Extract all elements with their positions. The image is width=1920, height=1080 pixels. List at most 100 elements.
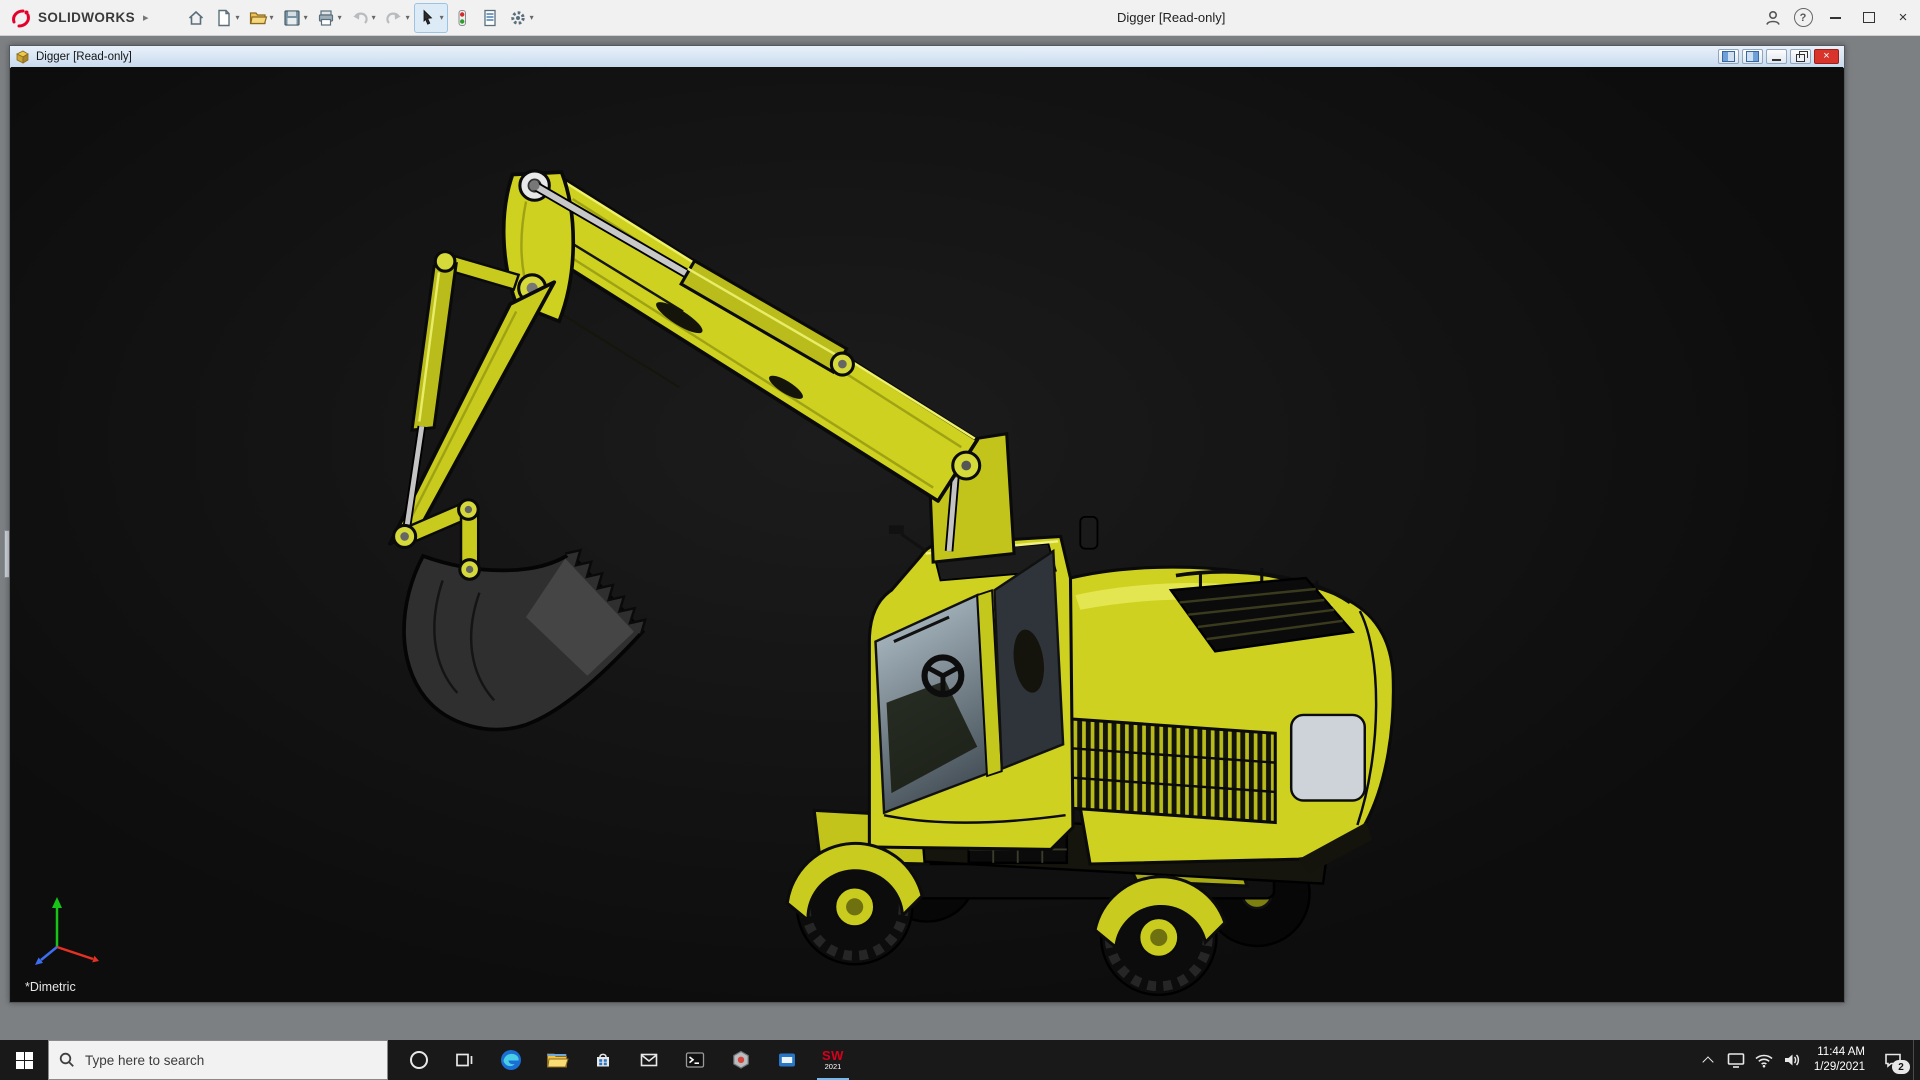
- rebuild-button[interactable]: [449, 4, 475, 32]
- store-icon: [592, 1049, 614, 1071]
- bucket-group[interactable]: [404, 550, 645, 729]
- store-button[interactable]: [580, 1040, 626, 1080]
- maximize-button[interactable]: [1852, 0, 1886, 35]
- search-icon: [59, 1052, 75, 1068]
- clock-time: 11:44 AM: [1817, 1045, 1865, 1060]
- print-icon: [316, 8, 336, 28]
- help-icon: ?: [1794, 8, 1813, 27]
- options-button[interactable]: ▾: [505, 4, 537, 32]
- terminal-button[interactable]: [672, 1040, 718, 1080]
- volume-button[interactable]: [1778, 1040, 1806, 1080]
- action-center-button[interactable]: 2: [1873, 1040, 1913, 1080]
- terminal-icon: [684, 1049, 706, 1071]
- windows-logo-icon: [16, 1052, 33, 1069]
- document-restore-button[interactable]: [1790, 49, 1811, 64]
- edrawings-button[interactable]: [718, 1040, 764, 1080]
- system-tray: 11:44 AM 1/29/2021 2: [1694, 1040, 1920, 1080]
- boom-group[interactable]: [504, 171, 1014, 562]
- dropdown-caret-icon[interactable]: ▾: [270, 13, 274, 22]
- gear-icon: [508, 8, 528, 28]
- pane-single-icon: [1722, 51, 1735, 62]
- redo-button[interactable]: ▾: [381, 4, 413, 32]
- taskbar-clock[interactable]: 11:44 AM 1/29/2021: [1806, 1040, 1873, 1080]
- select-tool-button[interactable]: ▾: [415, 4, 447, 32]
- taskbar-apps: SW 2021: [396, 1040, 856, 1080]
- graphics-viewport[interactable]: *Dimetric: [11, 67, 1843, 1001]
- task-view-icon: [454, 1049, 476, 1071]
- save-button[interactable]: ▾: [279, 4, 311, 32]
- dropdown-caret-icon[interactable]: ▾: [236, 13, 240, 22]
- document-titlebar[interactable]: Digger [Read-only] ×: [10, 46, 1844, 68]
- minimize-icon: [1830, 17, 1841, 19]
- taskbar-search[interactable]: [48, 1040, 388, 1080]
- close-icon: ×: [1899, 9, 1908, 26]
- task-view-button[interactable]: [442, 1040, 488, 1080]
- dropdown-caret-icon[interactable]: ▾: [372, 13, 376, 22]
- excavator-model[interactable]: [11, 67, 1843, 1001]
- titlebar-right-controls: ? ×: [1758, 0, 1920, 35]
- account-button[interactable]: [1758, 0, 1788, 35]
- system-app-button[interactable]: [764, 1040, 810, 1080]
- body-group[interactable]: [1048, 517, 1393, 874]
- cortana-button[interactable]: [396, 1040, 442, 1080]
- solidworks-icon-year: 2021: [825, 1063, 842, 1071]
- speaker-icon: [1782, 1050, 1802, 1070]
- new-document-button[interactable]: ▾: [211, 4, 243, 32]
- notification-badge: 2: [1892, 1060, 1910, 1074]
- file-properties-icon: [480, 8, 500, 28]
- start-button[interactable]: [0, 1040, 48, 1080]
- document-title: Digger [Read-only]: [36, 51, 132, 63]
- close-button[interactable]: ×: [1886, 0, 1920, 35]
- edge-icon: [499, 1048, 523, 1072]
- print-button[interactable]: ▾: [313, 4, 345, 32]
- quick-access-toolbar: ▾ ▾ ▾: [183, 4, 537, 32]
- dropdown-caret-icon[interactable]: ▾: [406, 13, 410, 22]
- dropdown-caret-icon[interactable]: ▾: [440, 13, 444, 22]
- triad-y-axis[interactable]: [52, 897, 62, 947]
- home-button[interactable]: [183, 4, 209, 32]
- document-window: Digger [Read-only] ×: [9, 45, 1845, 1003]
- view-orientation-label: *Dimetric: [25, 980, 76, 994]
- undo-icon: [350, 8, 370, 28]
- open-button[interactable]: ▾: [245, 4, 277, 32]
- document-minimize-button[interactable]: [1766, 49, 1787, 64]
- document-close-icon: ×: [1823, 51, 1829, 62]
- undo-button[interactable]: ▾: [347, 4, 379, 32]
- show-desktop-button[interactable]: [1913, 1040, 1920, 1080]
- wifi-icon: [1754, 1051, 1774, 1069]
- tray-display-button[interactable]: [1722, 1040, 1750, 1080]
- document-close-button[interactable]: ×: [1814, 49, 1839, 64]
- edge-button[interactable]: [488, 1040, 534, 1080]
- file-properties-button[interactable]: [477, 4, 503, 32]
- chevron-up-icon: [1702, 1056, 1713, 1067]
- solidworks-taskbar-button[interactable]: SW 2021: [810, 1040, 856, 1080]
- dropdown-caret-icon[interactable]: ▾: [530, 13, 534, 22]
- app-title: Digger [Read-only]: [1117, 10, 1225, 25]
- minimize-button[interactable]: [1818, 0, 1852, 35]
- cab-group[interactable]: [869, 525, 1073, 849]
- brand-expand-icon[interactable]: ▸: [143, 11, 149, 24]
- pane-split-button[interactable]: [1742, 49, 1763, 64]
- system-window-icon: [776, 1049, 798, 1071]
- mdi-area: Digger [Read-only] ×: [0, 35, 1920, 1040]
- dropdown-caret-icon[interactable]: ▾: [338, 13, 342, 22]
- clock-date: 1/29/2021: [1814, 1060, 1865, 1075]
- app-titlebar[interactable]: SOLIDWORKS ▸ ▾: [0, 0, 1920, 36]
- dropdown-caret-icon[interactable]: ▾: [304, 13, 308, 22]
- file-explorer-button[interactable]: [534, 1040, 580, 1080]
- cortana-icon: [408, 1049, 430, 1071]
- network-button[interactable]: [1750, 1040, 1778, 1080]
- help-button[interactable]: ?: [1788, 0, 1818, 35]
- orientation-triad[interactable]: [27, 889, 117, 973]
- brand-name: SOLIDWORKS: [38, 10, 135, 25]
- search-input[interactable]: [83, 1052, 377, 1069]
- mail-button[interactable]: [626, 1040, 672, 1080]
- new-document-icon: [214, 8, 234, 28]
- tray-expand-button[interactable]: [1694, 1040, 1722, 1080]
- solidworks-brand[interactable]: SOLIDWORKS ▸: [0, 7, 159, 29]
- pane-single-button[interactable]: [1718, 49, 1739, 64]
- triad-x-axis[interactable]: [57, 947, 99, 962]
- triad-z-axis[interactable]: [35, 947, 57, 965]
- document-minimize-icon: [1772, 59, 1781, 61]
- part-document-icon: [15, 49, 30, 64]
